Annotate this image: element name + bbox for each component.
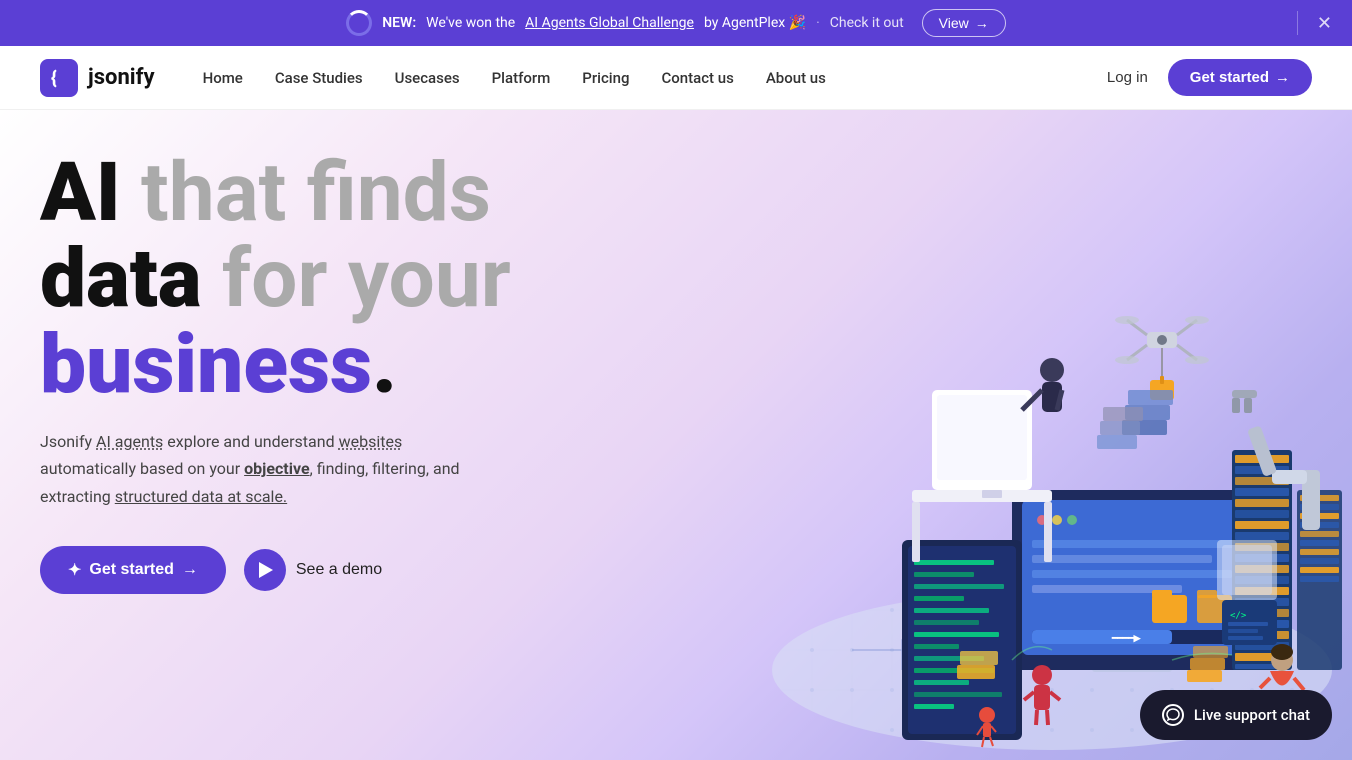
hero-title-business: business xyxy=(40,317,372,413)
nav-get-started-button[interactable]: Get started → xyxy=(1168,59,1312,96)
nav-item-usecases[interactable]: Usecases xyxy=(395,69,460,87)
svg-text:</>: </> xyxy=(1230,611,1247,621)
loading-ring-icon xyxy=(346,10,372,36)
hero-desc-objective: objective xyxy=(244,459,309,478)
svg-text:━━━━▶: ━━━━▶ xyxy=(1111,634,1142,644)
hero-description: Jsonify AI agents explore and understand… xyxy=(40,428,511,510)
logo[interactable]: { jsonify xyxy=(40,59,155,97)
hero-title-ai: AI xyxy=(40,145,121,241)
hero-title-that-finds: that finds xyxy=(121,145,491,241)
announcement-bar: NEW: We've won the AI Agents Global Chal… xyxy=(0,0,1352,46)
hero-demo-button[interactable]: See a demo xyxy=(244,549,382,591)
divider xyxy=(1297,11,1298,35)
announcement-link[interactable]: AI Agents Global Challenge xyxy=(525,15,694,31)
live-support-label: Live support chat xyxy=(1194,706,1310,724)
hero-illustration: ━━━━▶ close xyxy=(552,110,1352,760)
logo-text: jsonify xyxy=(88,65,155,90)
sparkle-icon: ✦ xyxy=(68,560,81,580)
nav-item-home[interactable]: Home xyxy=(203,69,243,87)
announcement-by-text: by AgentPlex 🎉 xyxy=(704,15,806,31)
logo-icon: { xyxy=(40,59,78,97)
announcement-close-button[interactable]: ✕ xyxy=(1317,13,1332,34)
navbar: { jsonify Home Case Studies Usecases Pla… xyxy=(0,46,1352,110)
hero-content: AI that finds data for your business. Js… xyxy=(40,150,511,594)
hero-title-period: . xyxy=(372,317,397,413)
hero-buttons: ✦ Get started → See a demo xyxy=(40,546,511,594)
announcement-main-text: We've won the xyxy=(426,15,515,31)
nav-item-about[interactable]: About us xyxy=(766,69,826,87)
announcement-view-button[interactable]: View → xyxy=(922,9,1006,37)
login-button[interactable]: Log in xyxy=(1107,69,1148,86)
nav-item-pricing[interactable]: Pricing xyxy=(582,69,629,87)
hero-get-started-button[interactable]: ✦ Get started → xyxy=(40,546,226,594)
nav-item-platform[interactable]: Platform xyxy=(492,69,551,87)
announcement-dot: · xyxy=(816,15,820,31)
hero-title-data: data xyxy=(40,231,201,327)
nav-item-contact[interactable]: Contact us xyxy=(661,69,733,87)
live-support-chat[interactable]: Live support chat xyxy=(1140,690,1332,740)
hero-desc-structured: structured data at scale. xyxy=(115,487,287,506)
nav-item-case-studies[interactable]: Case Studies xyxy=(275,69,363,87)
hero-desc-agents: AI agents xyxy=(96,432,163,451)
svg-text:{: { xyxy=(51,68,57,89)
nav-links: Home Case Studies Usecases Platform Pric… xyxy=(203,68,1107,87)
play-icon xyxy=(244,549,286,591)
hero-desc-websites: websites xyxy=(339,432,403,451)
chat-icon xyxy=(1162,704,1184,726)
announcement-new-label: NEW: xyxy=(382,15,416,31)
hero-title-for-your: for your xyxy=(201,231,510,327)
announcement-check-text: Check it out xyxy=(830,15,904,31)
hero-section: AI that finds data for your business. Js… xyxy=(0,110,1352,760)
nav-actions: Log in Get started → xyxy=(1107,59,1312,96)
hero-title: AI that finds data for your business. xyxy=(40,150,511,408)
